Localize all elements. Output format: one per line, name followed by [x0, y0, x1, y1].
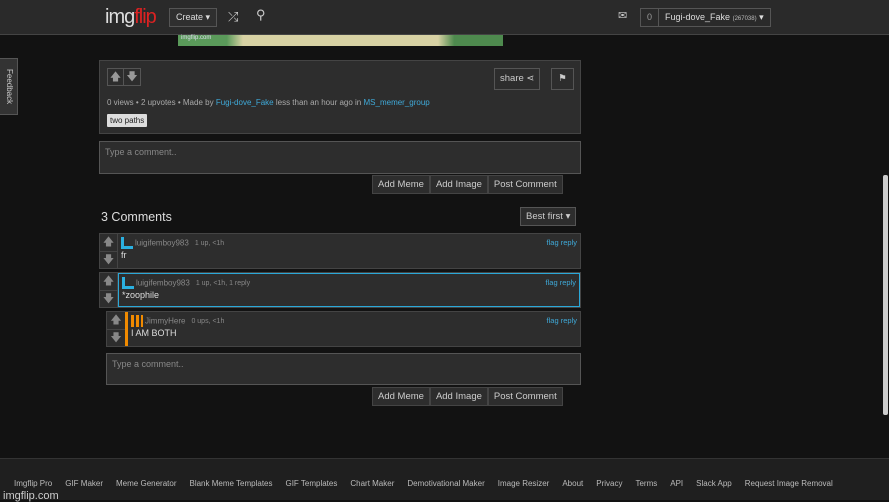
reply-comment: 🡅 🡇 JimmyHere 0 ups, <1h I AM BOTH flag re… — [106, 311, 581, 347]
meme-image: imgflip.com — [178, 35, 503, 46]
reply-input[interactable]: Type a comment.. — [106, 353, 581, 385]
footer-link[interactable]: Imgflip Pro — [14, 479, 52, 488]
comment-username[interactable]: luigifemboy983 — [136, 278, 190, 287]
comment-text: I AM BOTH — [131, 328, 177, 338]
flag-link[interactable]: flag — [547, 238, 559, 247]
footer-link[interactable]: Request Image Removal — [745, 479, 833, 488]
footer-links: Imgflip Pro GIF Maker Meme Generator Blank … — [14, 479, 833, 488]
footer-link[interactable]: API — [670, 479, 683, 488]
comment-meta: 0 ups, <1h — [191, 318, 225, 326]
flag-icon[interactable]: ⚑ — [551, 68, 574, 90]
create-button[interactable]: Create ▾ — [169, 8, 218, 27]
add-image-button[interactable]: Add Image — [429, 387, 488, 406]
group-link[interactable]: MS_memer_group — [364, 98, 430, 107]
flag-link[interactable]: flag — [547, 316, 559, 325]
reply-link[interactable]: reply — [561, 238, 577, 247]
notification-count[interactable]: 0 — [641, 9, 660, 26]
upvote-button[interactable]: 🡅 — [100, 273, 117, 291]
username-dropdown[interactable]: Fugi-dove_Fake (267038) ▾ — [659, 9, 770, 26]
sort-dropdown[interactable]: Best first ▾ — [520, 207, 577, 226]
avatar[interactable] — [121, 237, 133, 249]
user-menu[interactable]: 0 Fugi-dove_Fake (267038) ▾ — [640, 8, 771, 27]
scrollbar-thumb[interactable] — [883, 175, 888, 415]
add-image-button[interactable]: Add Image — [429, 175, 488, 194]
tag-two-paths[interactable]: two paths — [107, 114, 148, 127]
feedback-tab[interactable]: Feedback — [0, 58, 18, 115]
watermark: imgflip.com — [181, 35, 212, 41]
shuffle-icon[interactable]: ⤮ — [228, 9, 238, 25]
flag-link[interactable]: flag — [546, 278, 558, 287]
footer: Imgflip Pro GIF Maker Meme Generator Blank … — [0, 458, 889, 502]
add-meme-button[interactable]: Add Meme — [372, 175, 430, 194]
downvote-button[interactable]: 🡇 — [107, 330, 125, 347]
comments-count: 3 Comments — [101, 210, 172, 224]
footer-link[interactable]: GIF Maker — [65, 479, 103, 488]
comment-actions: Add Meme Add Image Post Comment — [372, 175, 563, 194]
post-votes: 🡅 🡇 — [107, 68, 141, 86]
reply-link[interactable]: reply — [561, 316, 577, 325]
footer-brand: imgflip.com — [3, 490, 59, 502]
upvote-button[interactable]: 🡅 — [107, 68, 124, 86]
post-comment-button[interactable]: Post Comment — [487, 175, 563, 194]
comment-meta: 1 up, <1h, 1 reply — [195, 280, 251, 288]
footer-link[interactable]: Slack App — [696, 479, 732, 488]
post-info-panel: 🡅 🡇 share ⋖ ⚑ 0 views • 2 upvotes • Made… — [99, 60, 581, 134]
footer-link[interactable]: GIF Templates — [285, 479, 337, 488]
avatar[interactable] — [122, 277, 134, 289]
upvote-button[interactable]: 🡅 — [107, 312, 125, 330]
comment: 🡅 🡇 luigifemboy983 1 up, <1h fr flag reply — [99, 233, 581, 269]
comment-username[interactable]: luigifemboy983 — [135, 238, 189, 247]
mail-icon[interactable]: ✉ — [618, 9, 627, 22]
add-meme-button[interactable]: Add Meme — [372, 387, 430, 406]
post-comment-button[interactable]: Post Comment — [487, 387, 563, 406]
upvotes: 2 upvotes — [140, 98, 176, 107]
chevron-down-icon: ▾ — [759, 12, 764, 22]
footer-link[interactable]: About — [562, 479, 583, 488]
logo-text-accent: flip — [134, 6, 157, 28]
comment-username[interactable]: JimmyHere — [145, 316, 185, 325]
footer-link[interactable]: Chart Maker — [350, 479, 394, 488]
top-header: imgflip Create ▾ ⤮ ⚲ ✉ 0 Fugi-dove_Fake … — [0, 0, 889, 35]
footer-link[interactable]: Image Resizer — [498, 479, 550, 488]
footer-link[interactable]: Demotivational Maker — [407, 479, 484, 488]
reply-link[interactable]: reply — [560, 278, 576, 287]
downvote-button[interactable]: 🡇 — [100, 291, 117, 308]
imgflip-logo[interactable]: imgflip — [105, 6, 157, 29]
footer-link[interactable]: Blank Meme Templates — [189, 479, 272, 488]
avatar[interactable] — [131, 315, 143, 327]
logo-text: img — [105, 6, 135, 28]
post-meta: 0 views • 2 upvotes • Made by Fugi-dove_… — [107, 98, 430, 107]
comment-text: *zoophile — [122, 290, 160, 300]
downvote-button[interactable]: 🡇 — [124, 68, 141, 86]
views: 0 views — [107, 98, 134, 107]
downvote-button[interactable]: 🡇 — [100, 252, 117, 269]
comment-input[interactable]: Type a comment.. — [99, 141, 581, 174]
reply-actions: Add Meme Add Image Post Comment — [372, 387, 563, 406]
share-label: share — [500, 73, 524, 84]
footer-link[interactable]: Terms — [635, 479, 657, 488]
comment-meta: 1 up, <1h — [194, 240, 225, 248]
user-points: (267038) — [732, 16, 757, 22]
footer-link[interactable]: Meme Generator — [116, 479, 176, 488]
made-by-label: Made by — [182, 98, 214, 107]
author-link[interactable]: Fugi-dove_Fake — [216, 98, 274, 107]
comment-text: fr — [121, 250, 127, 260]
upvote-button[interactable]: 🡅 — [100, 234, 117, 252]
share-button[interactable]: share ⋖ — [494, 68, 541, 90]
username: Fugi-dove_Fake — [665, 12, 731, 22]
post-time: less than an hour ago in — [275, 98, 362, 107]
share-icon: ⋖ — [526, 73, 535, 84]
search-icon[interactable]: ⚲ — [256, 7, 266, 23]
footer-link[interactable]: Privacy — [596, 479, 622, 488]
comment: 🡅 🡇 luigifemboy983 1 up, <1h, 1 reply *zoo… — [99, 272, 581, 308]
